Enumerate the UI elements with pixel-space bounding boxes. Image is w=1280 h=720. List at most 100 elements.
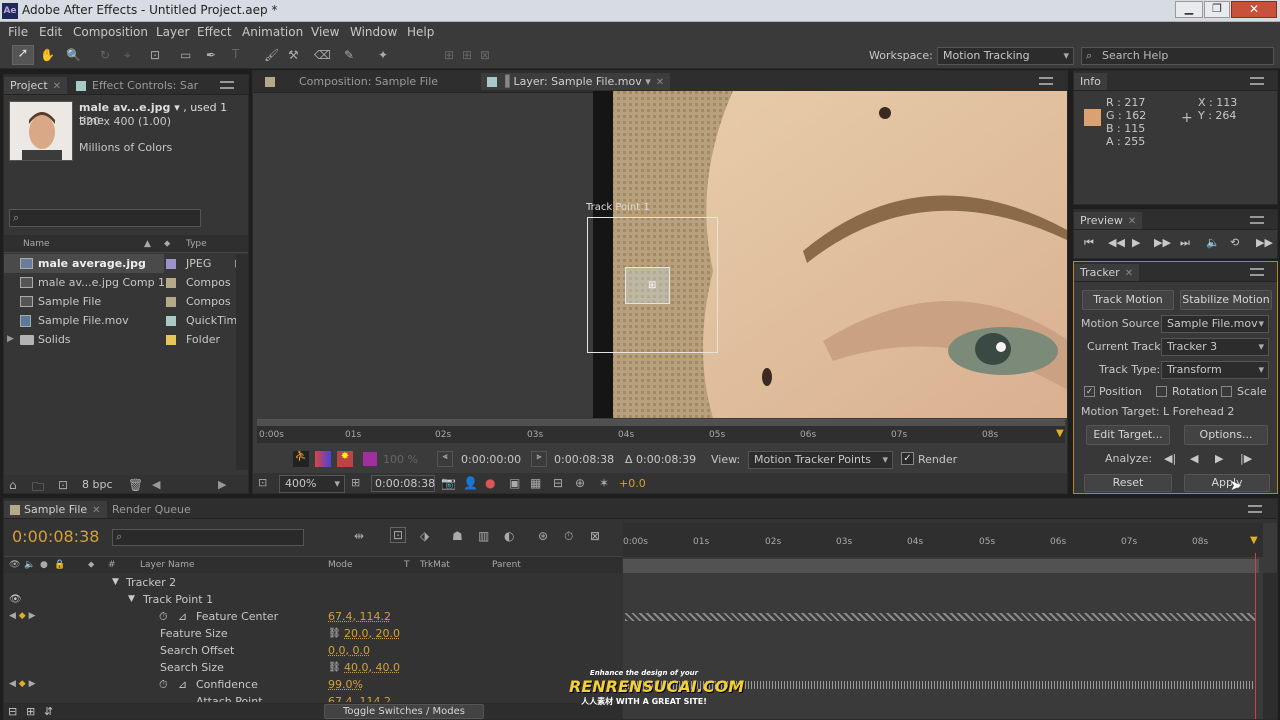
- apply-button[interactable]: Apply: [1184, 474, 1270, 492]
- analyze-forward-one-icon[interactable]: |▶: [1240, 452, 1252, 465]
- table-row[interactable]: 👁 ▼ Track Point 1: [4, 591, 622, 608]
- tab-effect-controls[interactable]: Effect Controls: Sar: [70, 77, 204, 94]
- position-checkbox[interactable]: ✓: [1084, 386, 1095, 397]
- column-layer-name[interactable]: Layer Name: [140, 557, 195, 573]
- table-row[interactable]: Search Offset 0.0, 0.0: [4, 642, 622, 659]
- options-button[interactable]: Options...: [1184, 425, 1268, 445]
- tab-layer[interactable]: ▐ Layer: Sample File.mov ▾ ✕: [481, 73, 671, 90]
- new-composition-icon[interactable]: ⊡: [58, 478, 68, 492]
- zoom-dropdown[interactable]: 400%: [279, 475, 345, 493]
- toggle-mask-icon[interactable]: ▣: [509, 476, 520, 490]
- motion-blur-icon[interactable]: ✶: [599, 476, 609, 490]
- menu-composition[interactable]: Composition: [73, 25, 148, 39]
- list-item[interactable]: male average.jpg: [4, 254, 164, 273]
- menu-edit[interactable]: Edit: [39, 25, 62, 39]
- current-time-indicator-icon[interactable]: ▼: [1250, 535, 1258, 546]
- clone-stamp-tool-icon[interactable]: ⚒: [288, 48, 299, 62]
- visibility-icon[interactable]: 👁: [9, 591, 22, 608]
- keyframe-track[interactable]: [625, 613, 1255, 621]
- axis-view-icon[interactable]: ⊠: [480, 48, 490, 62]
- lock-switch-icon[interactable]: 🔒: [54, 557, 65, 573]
- list-item[interactable]: ▶ Solids: [4, 330, 164, 349]
- column-t[interactable]: T: [404, 557, 410, 573]
- label-column-icon[interactable]: ⬥: [88, 557, 94, 573]
- scroll-right-icon[interactable]: ▶: [218, 478, 226, 491]
- expand-arrow-icon[interactable]: ▶: [7, 330, 14, 349]
- graph-editor-icon[interactable]: ⊠: [590, 529, 600, 543]
- stabilize-motion-button[interactable]: Stabilize Motion: [1180, 290, 1272, 310]
- list-item[interactable]: Sample File: [4, 292, 164, 311]
- exposure-value[interactable]: +0.0: [619, 477, 646, 490]
- attach-point-icon[interactable]: ⊞: [648, 280, 656, 291]
- ram-preview-icon[interactable]: ▶▶: [1256, 236, 1273, 249]
- tab-info[interactable]: Info: [1074, 73, 1107, 90]
- track-motion-button[interactable]: Track Motion: [1082, 290, 1174, 310]
- last-frame-icon[interactable]: ⏭: [1180, 236, 1190, 250]
- menu-window[interactable]: Window: [350, 25, 397, 39]
- show-snapshot-icon[interactable]: 👤: [463, 476, 478, 490]
- work-area-bar[interactable]: [623, 559, 1259, 573]
- search-help-field[interactable]: ⌕ Search Help: [1081, 47, 1274, 65]
- new-folder-icon[interactable]: 🗀: [32, 478, 44, 493]
- scroll-left-icon[interactable]: ◀: [152, 478, 160, 491]
- brush-tool-icon[interactable]: 🖌: [264, 48, 279, 62]
- panel-menu-icon[interactable]: [1248, 505, 1262, 513]
- timeline-timecode[interactable]: 0:00:08:38: [12, 527, 99, 546]
- panel-menu-icon[interactable]: [220, 81, 234, 89]
- maximize-button[interactable]: ❐: [1204, 1, 1230, 18]
- toggle-switches-modes-button[interactable]: Toggle Switches / Modes: [324, 704, 484, 719]
- play-icon[interactable]: ▶: [1132, 236, 1140, 249]
- graph-icon[interactable]: ⊿: [178, 676, 187, 693]
- minimize-button[interactable]: ▁: [1175, 1, 1203, 18]
- snapshot-icon[interactable]: 📷: [441, 476, 456, 490]
- tab-preview[interactable]: Preview ✕: [1074, 212, 1143, 229]
- menu-animation[interactable]: Animation: [242, 25, 303, 39]
- interpret-footage-icon[interactable]: ⌂: [9, 478, 17, 492]
- selection-tool-icon[interactable]: ➚: [12, 45, 34, 65]
- comp-mini-flowchart-icon[interactable]: ⇹: [354, 529, 364, 543]
- table-row[interactable]: ◀ ◆ ▶ ⏱ ⊿ Confidence 99.0%: [4, 676, 622, 693]
- tracker-search-region[interactable]: Track Point 1 ⊞: [586, 202, 718, 353]
- close-button[interactable]: ✕: [1231, 1, 1277, 18]
- project-scrollbar[interactable]: [236, 254, 248, 470]
- set-in-point-icon[interactable]: ⫷: [437, 451, 453, 467]
- stopwatch-icon[interactable]: ⏱: [159, 676, 168, 693]
- tab-composition[interactable]: Composition: Sample File: [259, 73, 444, 90]
- brainstorm-icon[interactable]: ⊛: [538, 529, 548, 543]
- fast-previews-icon[interactable]: ⊕: [575, 476, 585, 490]
- walk-icon[interactable]: ⛹: [293, 451, 309, 467]
- pan-behind-tool-icon[interactable]: ⊡: [150, 48, 160, 62]
- resolution-value[interactable]: 100 %: [383, 453, 418, 466]
- draft-3d-icon[interactable]: ⬗: [420, 529, 429, 543]
- panel-menu-icon[interactable]: [1250, 77, 1264, 85]
- pen-tool-icon[interactable]: ✒: [206, 48, 216, 62]
- link-icon[interactable]: ⛓: [328, 625, 341, 642]
- viewer-time-ruler[interactable]: 0:00s 01s 02s 03s 04s 05s 06s 07s 08s ▼: [257, 419, 1065, 443]
- eraser-tool-icon[interactable]: ⌫: [314, 48, 331, 62]
- solo-switch-icon[interactable]: ●: [40, 557, 48, 573]
- column-parent[interactable]: Parent: [492, 557, 521, 573]
- keyframe-nav-icon[interactable]: ◀ ◆ ▶: [9, 676, 36, 693]
- menu-effect[interactable]: Effect: [197, 25, 232, 39]
- link-icon[interactable]: ⛓: [328, 659, 341, 676]
- text-tool-icon[interactable]: T: [232, 47, 239, 61]
- axis-mode-icon[interactable]: ⊞: [444, 48, 454, 62]
- expand-layer-switches-icon[interactable]: ⊟: [8, 705, 17, 718]
- trash-icon[interactable]: 🗑: [128, 478, 143, 492]
- auto-keyframe-icon[interactable]: ⏱: [564, 529, 573, 544]
- tab-sample-file[interactable]: Sample File ✕: [4, 501, 107, 518]
- menu-layer[interactable]: Layer: [156, 25, 189, 39]
- analyze-back-one-icon[interactable]: ◀|: [1164, 452, 1176, 465]
- live-update-icon[interactable]: ⊡: [390, 527, 407, 543]
- table-row[interactable]: Feature Size ⛓ 20.0, 20.0: [4, 625, 622, 642]
- bit-depth[interactable]: 8 bpc: [82, 478, 113, 491]
- tab-render-queue[interactable]: Render Queue: [106, 501, 197, 518]
- label-column-icon[interactable]: ⬥: [164, 235, 170, 253]
- rectangle-tool-icon[interactable]: ▭: [180, 48, 191, 62]
- stopwatch-icon[interactable]: ⏱: [159, 608, 168, 625]
- rotation-checkbox[interactable]: [1156, 386, 1167, 397]
- analyze-forward-icon[interactable]: ▶: [1215, 452, 1223, 465]
- channels-icon[interactable]: ●: [485, 476, 495, 490]
- current-track-dropdown[interactable]: Tracker 3: [1161, 338, 1269, 356]
- first-frame-icon[interactable]: ⏮: [1084, 236, 1094, 250]
